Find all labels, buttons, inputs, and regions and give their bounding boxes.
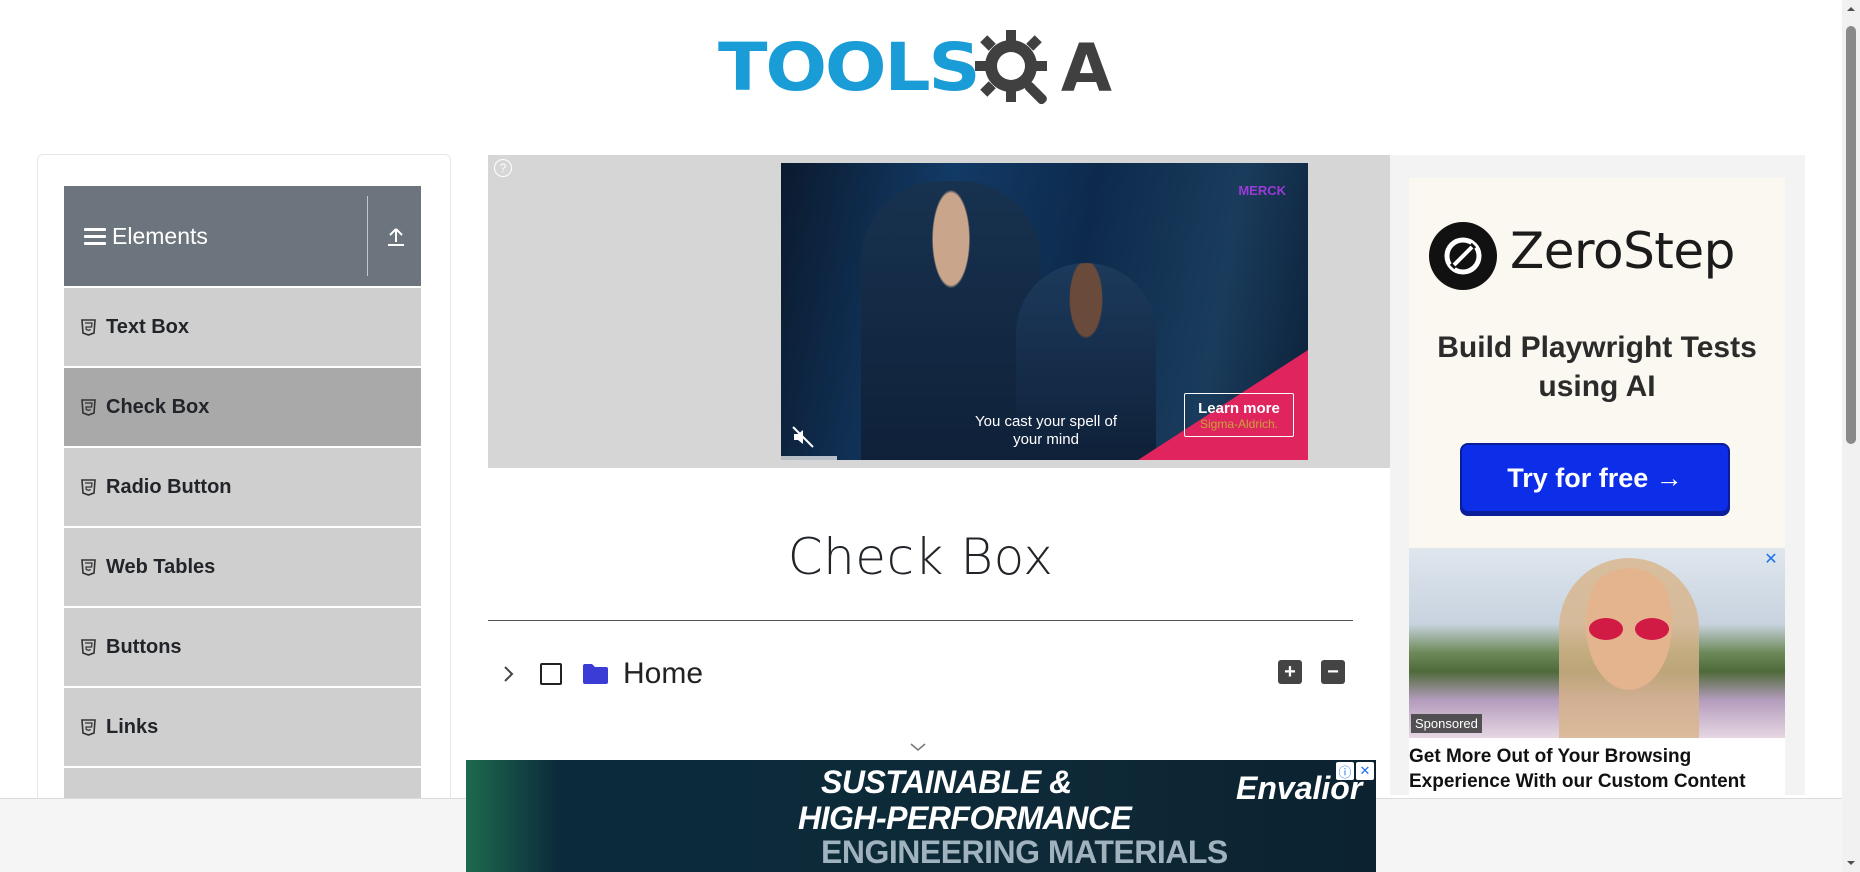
sponsored-badge: Sponsored: [1411, 714, 1482, 733]
sidebar-item-web-tables[interactable]: Web Tables: [64, 526, 421, 606]
close-icon[interactable]: ✕: [1763, 552, 1779, 568]
html5-icon: [81, 638, 96, 656]
sidebar-item-text-box[interactable]: Text Box: [64, 286, 421, 366]
video-ad-container: ? MERCK You cast your spell of your mind…: [488, 155, 1390, 468]
sponsored-ad-image: Sponsored ✕: [1409, 548, 1785, 738]
html5-icon: [81, 718, 96, 736]
html5-icon: [81, 318, 96, 336]
scroll-up-icon[interactable]: [1846, 4, 1856, 14]
home-checkbox[interactable]: [540, 663, 562, 685]
ad-photo-shape: [1589, 618, 1669, 640]
logo-text: TOOLS: [718, 29, 981, 106]
sidebar-item-label: Radio Button: [106, 475, 232, 498]
video-brand: MERCK: [1238, 183, 1286, 198]
video-ad[interactable]: MERCK You cast your spell of your mind L…: [781, 163, 1308, 460]
sidebar-item-links[interactable]: Links: [64, 686, 421, 766]
page-title: Check Box: [787, 528, 1054, 586]
scroll-thumb[interactable]: [1846, 26, 1856, 444]
sidebar-item-label: Check Box: [106, 395, 210, 418]
ad-info-icon[interactable]: ?: [494, 159, 512, 177]
mute-icon[interactable]: [791, 425, 815, 449]
tree-node-label[interactable]: Home: [623, 657, 703, 691]
video-caption: You cast your spell of your mind: [974, 413, 1118, 448]
gear-magnifier-icon: [974, 30, 1047, 105]
chevron-down-icon: [910, 743, 926, 751]
sidebar-item-check-box[interactable]: Check Box: [64, 366, 421, 446]
learn-more-button[interactable]: Learn more Sigma-Aldrich.: [1184, 393, 1294, 437]
divider: [367, 196, 368, 276]
page: TOOLS A Elements Text Box Check Box Radi…: [0, 0, 1860, 872]
sidebar-item-label: Buttons: [106, 635, 182, 658]
title-divider: [488, 620, 1353, 621]
try-for-free-button[interactable]: Try for free →: [1460, 443, 1730, 513]
html5-icon: [81, 478, 96, 496]
sidebar-menu: Text Box Check Box Radio Button Web Tabl…: [64, 286, 421, 846]
learn-more-label: Learn more: [1198, 399, 1280, 417]
upload-collapse-icon[interactable]: [381, 222, 411, 252]
zerostep-logo-icon: [1429, 222, 1497, 290]
close-icon[interactable]: ✕: [1356, 762, 1374, 780]
tree-node-home: Home: [498, 654, 703, 694]
group-title: Elements: [112, 222, 208, 249]
sidebar-item-radio-button[interactable]: Radio Button: [64, 446, 421, 526]
page-scrollbar[interactable]: [1842, 0, 1860, 872]
sidebar-item-label: Links: [106, 715, 159, 738]
collapse-all-button[interactable]: −: [1321, 660, 1345, 684]
html5-icon: [81, 558, 96, 576]
sidebar-item-label: Text Box: [106, 315, 189, 338]
zerostep-tagline: Build Playwright Tests using AI: [1437, 331, 1757, 403]
toolsqa-logo[interactable]: TOOLS A: [718, 18, 1112, 118]
video-progress-bar: [781, 456, 837, 460]
bottom-banner-ad[interactable]: SUSTAINABLE & HIGH-PERFORMANCE ENGINEERI…: [466, 760, 1376, 872]
sidebar-item-label: Web Tables: [106, 555, 216, 578]
folder-icon: [583, 664, 608, 684]
ad-choices-icon[interactable]: ⓘ: [1336, 762, 1354, 780]
expand-all-button[interactable]: +: [1278, 660, 1302, 684]
scroll-down-icon[interactable]: [1846, 858, 1856, 868]
sponsored-ad[interactable]: Sponsored ✕ Get More Out of Your Browsin…: [1409, 548, 1785, 798]
zerostep-name: ZeroStep: [1510, 222, 1735, 280]
hamburger-icon: [84, 227, 106, 245]
banner-line: ENGINEERING MATERIALS: [821, 834, 1228, 870]
banner-line: HIGH-PERFORMANCE: [798, 800, 1132, 836]
banner-line: SUSTAINABLE &: [821, 764, 1072, 800]
elements-group-header[interactable]: Elements: [64, 186, 421, 286]
html5-icon: [81, 398, 96, 416]
learn-more-sub: Sigma-Aldrich.: [1199, 416, 1279, 431]
logo-suffix: A: [1060, 29, 1112, 107]
ad-controls: ⓘ ✕: [1336, 762, 1374, 780]
chevron-right-icon[interactable]: [498, 664, 518, 684]
zerostep-ad[interactable]: ZeroStep Build Playwright Tests using AI…: [1409, 178, 1785, 548]
sidebar-item-buttons[interactable]: Buttons: [64, 606, 421, 686]
sponsored-headline[interactable]: Get More Out of Your Browsing Experience…: [1409, 744, 1785, 794]
